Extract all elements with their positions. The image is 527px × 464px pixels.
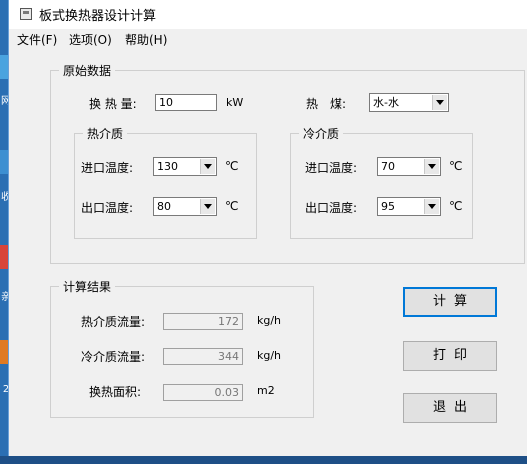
raw-data-caption: 原始数据 [59, 62, 116, 79]
cold-medium-caption: 冷介质 [299, 125, 344, 142]
hot-outlet-select[interactable]: 80 [153, 197, 217, 216]
results-caption: 计算结果 [59, 278, 116, 295]
cold-flow-unit: kg/h [257, 349, 282, 362]
hot-flow-label: 热介质流量: [81, 315, 146, 329]
cold-outlet-select[interactable]: 95 [377, 197, 441, 216]
menu-bar: 文件(F) 选项(O) 帮助(H) [9, 29, 527, 49]
hot-outlet-unit: ℃ [225, 199, 239, 213]
cold-inlet-unit: ℃ [449, 159, 463, 173]
cold-inlet-value: 70 [381, 160, 395, 173]
hot-flow-output: 172 [163, 313, 243, 330]
area-unit: m2 [257, 384, 275, 397]
chevron-down-icon[interactable] [424, 159, 439, 174]
menu-file[interactable]: 文件(F) [17, 31, 57, 48]
cold-outlet-unit: ℃ [449, 199, 463, 213]
cold-flow-output: 344 [163, 348, 243, 365]
cold-inlet-label: 进口温度: [305, 161, 358, 175]
app-window: 板式换热器设计计算 文件(F) 选项(O) 帮助(H) 原始数据 换 热 量: … [8, 0, 527, 464]
hot-inlet-unit: ℃ [225, 159, 239, 173]
print-button[interactable]: 打印 [403, 341, 497, 371]
area-output: 0.03 [163, 384, 243, 401]
cold-outlet-value: 95 [381, 200, 395, 213]
hot-medium-group: 热介质 [74, 125, 257, 239]
heat-load-label: 换 热 量: [89, 97, 137, 111]
hot-outlet-value: 80 [157, 200, 171, 213]
cold-inlet-select[interactable]: 70 [377, 157, 441, 176]
title-bar[interactable]: 板式换热器设计计算 [9, 0, 527, 29]
calculate-button[interactable]: 计算 [403, 287, 497, 317]
taskbar [0, 456, 527, 464]
medium-select[interactable]: 水-水 [369, 93, 449, 112]
chevron-down-icon[interactable] [424, 199, 439, 214]
medium-label: 热 煤: [306, 97, 347, 111]
hot-flow-unit: kg/h [257, 314, 282, 327]
hot-inlet-value: 130 [157, 160, 178, 173]
menu-help[interactable]: 帮助(H) [125, 31, 167, 48]
hot-inlet-select[interactable]: 130 [153, 157, 217, 176]
heat-load-unit: kW [226, 96, 244, 109]
chevron-down-icon[interactable] [200, 199, 215, 214]
exit-button[interactable]: 退出 [403, 393, 497, 423]
hot-medium-caption: 热介质 [83, 125, 128, 142]
heat-load-input[interactable]: 10 [155, 94, 217, 111]
hot-outlet-label: 出口温度: [81, 201, 134, 215]
menu-options[interactable]: 选项(O) [69, 31, 112, 48]
chevron-down-icon[interactable] [432, 95, 447, 110]
cold-medium-group: 冷介质 [290, 125, 473, 239]
window-title: 板式换热器设计计算 [39, 9, 157, 24]
cold-flow-label: 冷介质流量: [81, 350, 146, 364]
chevron-down-icon[interactable] [200, 159, 215, 174]
app-icon [20, 8, 32, 20]
medium-select-value: 水-水 [373, 96, 399, 109]
area-label: 换热面积: [89, 385, 142, 399]
hot-inlet-label: 进口温度: [81, 161, 134, 175]
cold-outlet-label: 出口温度: [305, 201, 358, 215]
